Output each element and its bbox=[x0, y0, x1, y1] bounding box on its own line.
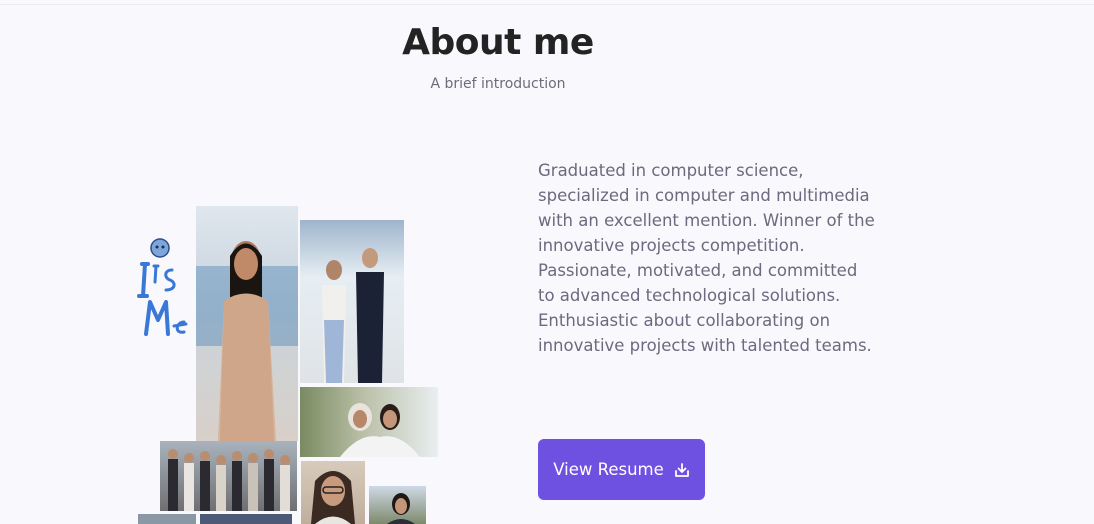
collage-photo bbox=[138, 514, 196, 524]
its-me-sticker bbox=[137, 238, 188, 336]
page-subtitle: A brief introduction bbox=[430, 76, 566, 92]
bio-text: Graduated in computer science, specializ… bbox=[538, 161, 875, 355]
selfie-photo bbox=[301, 461, 365, 524]
download-icon bbox=[674, 462, 689, 477]
page-title: About me bbox=[402, 22, 594, 63]
duo-photo bbox=[300, 220, 404, 383]
outdoor-photo bbox=[369, 486, 426, 524]
group-photo bbox=[160, 441, 297, 511]
collage-photo bbox=[200, 514, 292, 524]
view-resume-button[interactable]: View Resume bbox=[538, 439, 705, 500]
section-divider bbox=[0, 4, 1094, 5]
portrait-photo bbox=[196, 206, 298, 441]
view-resume-label: View Resume bbox=[553, 460, 664, 479]
friends-photo bbox=[300, 387, 438, 457]
